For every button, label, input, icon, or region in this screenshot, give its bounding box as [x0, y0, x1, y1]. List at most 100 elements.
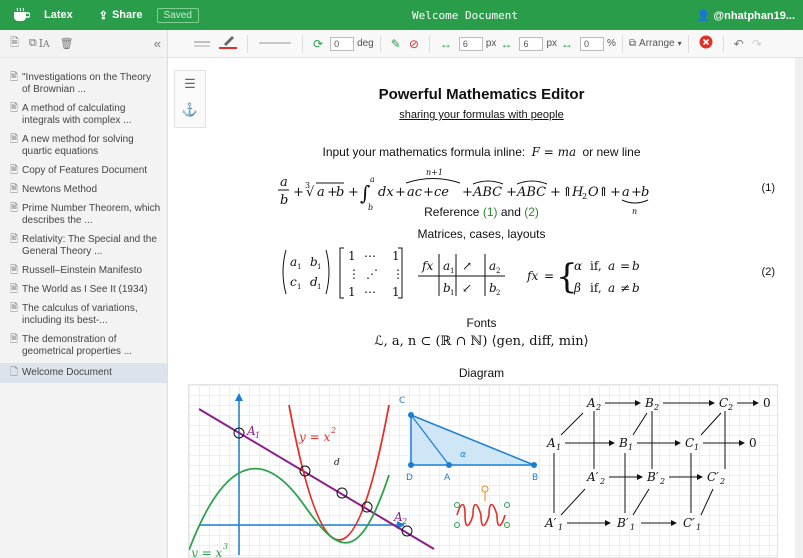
svg-text:⋰: ⋰	[366, 267, 378, 281]
svg-text:0: 0	[749, 436, 757, 450]
width-input[interactable]: 6	[458, 36, 483, 51]
svg-text:1: 1	[317, 263, 321, 271]
doc-icon: 🗎	[10, 203, 19, 214]
fonts-heading: Fonts	[466, 316, 497, 330]
document-list-item[interactable]: 🗎 Prime Number Theorem, which describes t…	[0, 201, 167, 229]
doc-icon: 🗎	[10, 184, 19, 195]
svg-text:2: 2	[653, 403, 659, 412]
svg-text:B: B	[644, 396, 654, 410]
svg-text:⋯: ⋯	[364, 285, 376, 299]
app-logo-icon[interactable]	[10, 4, 32, 26]
document-list-item[interactable]: 🗎 Russell–Einstein Manifesto	[0, 263, 167, 279]
spacing-arrow-icon[interactable]: ↔	[561, 37, 573, 51]
svg-text:3: 3	[223, 542, 228, 551]
svg-text:if,: if,	[590, 281, 602, 295]
svg-text:A′: A′	[544, 516, 557, 530]
delete-shape-icon[interactable]	[699, 35, 713, 52]
svg-text:a: a	[317, 185, 325, 200]
document-list-item[interactable]: 🗎 The demonstration of geometrical proper…	[0, 332, 167, 360]
user-menu[interactable]: 👤 @nhatphan19...	[697, 9, 795, 22]
angle-input[interactable]: 0	[330, 36, 355, 51]
svg-text:d: d	[334, 458, 340, 468]
svg-text:1: 1	[630, 523, 635, 532]
arrange-dropdown[interactable]: ⧉ Arrange ▾	[629, 38, 682, 49]
svg-text:a: a	[370, 175, 375, 184]
svg-text:α: α	[574, 259, 582, 273]
svg-text:B′: B′	[646, 470, 659, 484]
share-button[interactable]: ⇪ Share	[99, 9, 143, 22]
equation-1-number: (1)	[761, 182, 775, 194]
scrollbar[interactable]	[795, 58, 803, 558]
new-document-icon[interactable]: 🗎	[10, 34, 19, 53]
line-width-icon[interactable]	[258, 37, 292, 51]
rotate-icon[interactable]: ⟳	[313, 37, 323, 51]
height-arrow-icon[interactable]: ↔	[500, 37, 512, 51]
doc-outline-icon: 🗋	[10, 367, 19, 378]
svg-text:A: A	[586, 396, 596, 410]
svg-text:+: +	[462, 185, 473, 200]
undo-icon[interactable]: ↶	[734, 37, 744, 51]
spring-icon	[454, 485, 510, 528]
document-list-item[interactable]: 🗋 Welcome Document	[0, 363, 167, 383]
stroke-color-icon[interactable]	[219, 35, 237, 52]
text-format-icon[interactable]: IA	[39, 37, 50, 50]
svg-text:⋮: ⋮	[348, 267, 360, 281]
height-input[interactable]: 6	[519, 36, 544, 51]
doc-icon: 🗎	[10, 265, 19, 276]
doc-icon: 🗎	[10, 284, 19, 295]
reference-link-1[interactable]: (1)	[483, 205, 498, 219]
svg-text:C: C	[399, 396, 405, 406]
svg-text:+: +	[348, 185, 359, 200]
svg-text:2: 2	[599, 477, 605, 486]
svg-text:1: 1	[297, 283, 301, 291]
svg-text:2: 2	[719, 477, 725, 486]
equation-2-number: (2)	[761, 266, 775, 278]
percent-input[interactable]: 0	[580, 36, 604, 51]
document-list-item[interactable]: 🗎 Newtons Method	[0, 182, 167, 198]
svg-text:y = x: y = x	[298, 430, 330, 444]
svg-text:C′: C′	[683, 516, 695, 530]
svg-text:2: 2	[582, 192, 587, 201]
delete-icon[interactable]: 🗑	[60, 37, 74, 50]
collapse-sidebar-icon[interactable]: «	[154, 36, 161, 51]
svg-text:1: 1	[694, 443, 699, 452]
svg-text:b: b	[641, 185, 649, 200]
svg-text:ce: ce	[434, 185, 449, 200]
edit-path-icon[interactable]: ✎	[391, 37, 401, 51]
svg-text:1: 1	[558, 523, 563, 532]
svg-text:c: c	[290, 275, 297, 289]
angle-unit: deg	[357, 38, 374, 49]
document-list-item[interactable]: 🗎 The World as I See It (1934)	[0, 282, 167, 298]
document-list-item[interactable]: 🖹 A method of calculating integrals with …	[0, 101, 167, 129]
svg-text:n+1: n+1	[426, 168, 443, 177]
document-title[interactable]: Welcome Document	[340, 9, 590, 22]
svg-text:+: +	[293, 185, 304, 200]
diagram-area[interactable]: A1 y = x2 d A2 y = x3 C D A B α A 2 B 2 …	[188, 384, 778, 558]
brand-link[interactable]: Latex	[44, 9, 73, 21]
width-arrow-icon[interactable]: ↔	[440, 37, 452, 51]
document-list-item[interactable]: 🗎 The calculus of variations, including i…	[0, 301, 167, 329]
svg-text:b: b	[632, 259, 640, 273]
reference-link-2[interactable]: (2)	[524, 205, 539, 219]
redo-icon[interactable]: ↷	[752, 37, 762, 51]
line-style-icon[interactable]	[193, 36, 211, 51]
document-list-item[interactable]: 🖹 Relativity: The Special and the General…	[0, 232, 167, 260]
document-list-item[interactable]: 🗎 Copy of Features Document	[0, 163, 167, 179]
document-list-item[interactable]: 🗎 A new method for solving quartic equati…	[0, 132, 167, 160]
svg-text:C′: C′	[707, 470, 719, 484]
document-list-item-title: Copy of Features Document	[22, 165, 148, 176]
document-list-item[interactable]: 🖹 "Investigations on the Theory of Browni…	[0, 70, 167, 98]
svg-text:2: 2	[330, 426, 336, 435]
svg-text:2: 2	[727, 403, 733, 412]
svg-text:1: 1	[696, 523, 701, 532]
triangle-figure: C D A B α	[399, 396, 538, 528]
copy-document-icon[interactable]: ⧉	[29, 37, 37, 50]
svg-text:∫: ∫	[360, 181, 370, 205]
remove-path-icon[interactable]: ⊘	[409, 37, 419, 51]
arrange-icon: ⧉	[628, 38, 637, 49]
svg-text:B: B	[618, 436, 628, 450]
reference-line: Reference (1) and (2)	[168, 205, 795, 219]
shared-doc-icon: 🖹	[10, 72, 19, 83]
document-canvas[interactable]: ☰ ⚓ Powerful Mathematics Editor sharing …	[168, 58, 795, 558]
user-name: @nhatphan19...	[713, 10, 795, 22]
